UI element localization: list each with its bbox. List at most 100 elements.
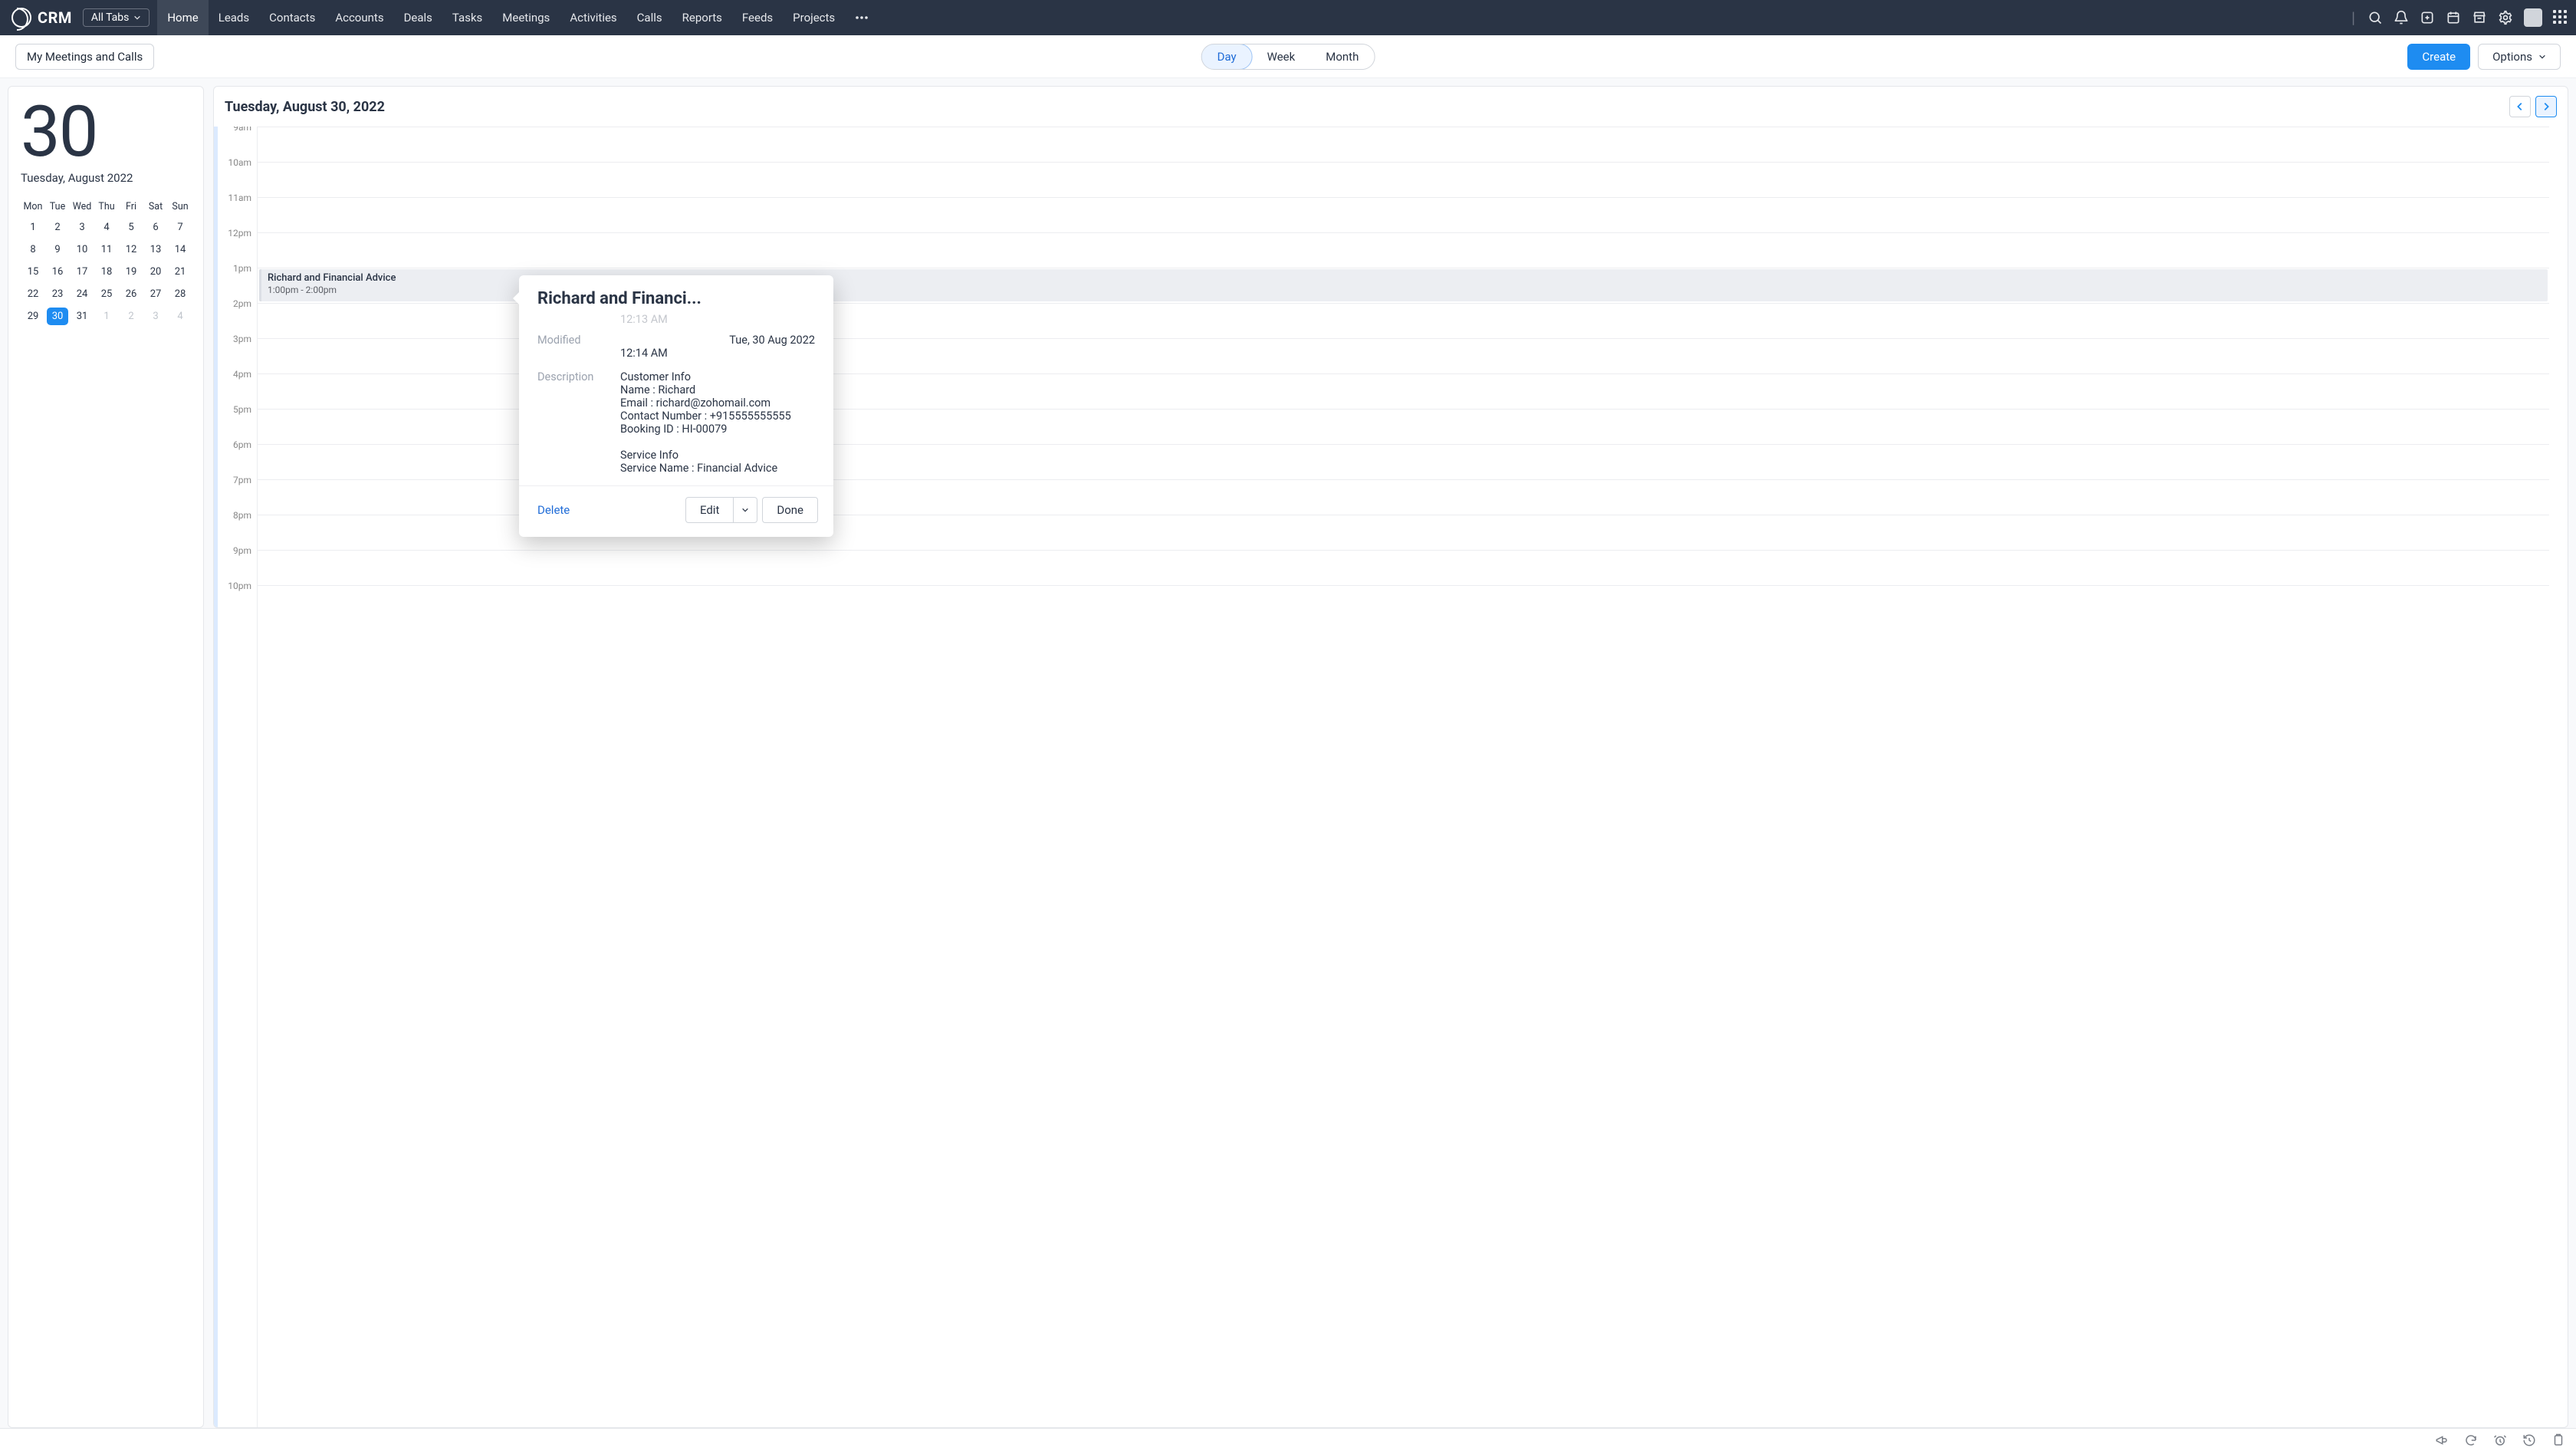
brand-logo[interactable]: CRM (12, 8, 72, 28)
hour-row[interactable]: 9am (258, 127, 2549, 162)
create-button[interactable]: Create (2407, 44, 2470, 70)
nav-accounts[interactable]: Accounts (325, 0, 393, 35)
nav-meetings[interactable]: Meetings (492, 0, 560, 35)
mini-cal-day[interactable]: 1 (21, 216, 45, 239)
clipboard-icon[interactable] (2551, 1433, 2565, 1447)
bell-icon[interactable] (2394, 10, 2409, 25)
next-day-button[interactable] (2535, 96, 2557, 117)
nav-leads[interactable]: Leads (209, 0, 259, 35)
mini-cal-day[interactable]: 1 (94, 305, 119, 327)
mini-cal-day[interactable]: 6 (143, 216, 168, 239)
mini-cal-day[interactable]: 13 (143, 239, 168, 261)
mini-cal-day[interactable]: 10 (70, 239, 94, 261)
app-footer (0, 1428, 2576, 1451)
hour-row[interactable]: 9pm (258, 550, 2549, 585)
hour-label: 3pm (221, 334, 251, 344)
calendar-icon[interactable] (2446, 10, 2461, 25)
mini-cal-day[interactable]: 19 (119, 261, 143, 283)
mini-cal-day[interactable]: 23 (45, 283, 70, 305)
delete-event-link[interactable]: Delete (537, 503, 570, 517)
hour-label: 9pm (221, 545, 251, 556)
apps-grid-icon[interactable] (2553, 10, 2568, 25)
nav-calls[interactable]: Calls (627, 0, 672, 35)
mini-cal-day[interactable]: 18 (94, 261, 119, 283)
mini-cal-day[interactable]: 15 (21, 261, 45, 283)
mini-cal-day[interactable]: 26 (119, 283, 143, 305)
gear-icon[interactable] (2498, 10, 2513, 25)
nav-activities[interactable]: Activities (560, 0, 626, 35)
view-month[interactable]: Month (1310, 44, 1374, 69)
mini-cal-day[interactable]: 2 (45, 216, 70, 239)
mini-cal-day[interactable]: 2 (119, 305, 143, 327)
nav-feeds[interactable]: Feeds (732, 0, 783, 35)
mini-cal-day[interactable]: 21 (168, 261, 192, 283)
quick-add-icon[interactable] (2420, 10, 2435, 25)
calendar-body: 9am10am11am12pm1pm2pm3pm4pm5pm6pm7pm8pm9… (214, 127, 2568, 1427)
mini-cal-day[interactable]: 17 (70, 261, 94, 283)
prev-day-button[interactable] (2509, 96, 2531, 117)
mini-cal-day[interactable]: 4 (168, 305, 192, 327)
hour-label: 6pm (221, 439, 251, 450)
all-tabs-selector[interactable]: All Tabs (83, 8, 150, 27)
mini-cal-day[interactable]: 14 (168, 239, 192, 261)
calendar-scrollbar[interactable] (2557, 127, 2566, 1427)
event-popover-footer-right: Edit Done (685, 497, 818, 523)
mini-cal-day[interactable]: 4 (94, 216, 119, 239)
mini-cal-day[interactable]: 22 (21, 283, 45, 305)
mini-cal-day[interactable]: 20 (143, 261, 168, 283)
mini-cal-day[interactable]: 31 (70, 305, 94, 327)
nav-more-button[interactable] (845, 10, 879, 25)
mini-cal-day[interactable]: 16 (45, 261, 70, 283)
mini-cal-day[interactable]: 5 (119, 216, 143, 239)
event-description-label: Description (537, 370, 620, 475)
mini-cal-week: 2930311234 (21, 305, 192, 327)
mini-cal-day[interactable]: 29 (21, 305, 45, 327)
options-button[interactable]: Options (2478, 44, 2561, 70)
nav-reports[interactable]: Reports (672, 0, 732, 35)
chevron-right-icon (2541, 101, 2551, 112)
mini-cal-day[interactable]: 3 (143, 305, 168, 327)
avatar[interactable] (2524, 8, 2542, 27)
mini-cal-dow: Fri (119, 197, 143, 216)
hour-row[interactable]: 12pm (258, 232, 2549, 268)
nav-contacts[interactable]: Contacts (259, 0, 325, 35)
hour-row[interactable]: 10am (258, 162, 2549, 197)
event-modified-value: Tue, 30 Aug 2022 (620, 334, 815, 347)
mini-cal-day[interactable]: 12 (119, 239, 143, 261)
event-created-time: 12:13 AM (620, 313, 815, 326)
mini-cal-day[interactable]: 3 (70, 216, 94, 239)
hour-row[interactable]: 11am (258, 197, 2549, 232)
view-name-chip[interactable]: My Meetings and Calls (15, 44, 154, 70)
full-date: Tuesday, August 2022 (21, 171, 192, 185)
mini-cal-day[interactable]: 30 (45, 305, 70, 327)
mini-cal-week: 1234567 (21, 216, 192, 239)
mini-cal-day[interactable]: 7 (168, 216, 192, 239)
mini-cal-day[interactable]: 9 (45, 239, 70, 261)
store-icon[interactable] (2472, 10, 2487, 25)
chevron-down-icon (2538, 53, 2546, 61)
mini-cal-day[interactable]: 27 (143, 283, 168, 305)
done-button[interactable]: Done (762, 497, 818, 523)
hour-label: 9am (221, 127, 251, 133)
sync-icon[interactable] (2464, 1433, 2478, 1447)
edit-more-button[interactable] (734, 497, 757, 523)
view-day[interactable]: Day (1201, 44, 1253, 70)
nav-projects[interactable]: Projects (783, 0, 845, 35)
search-icon[interactable] (2367, 10, 2383, 25)
alarm-icon[interactable] (2493, 1433, 2507, 1447)
nav-deals[interactable]: Deals (394, 0, 442, 35)
hour-row[interactable]: 10pm (258, 585, 2549, 620)
edit-button[interactable]: Edit (685, 497, 734, 523)
nav-tasks[interactable]: Tasks (442, 0, 492, 35)
announce-icon[interactable] (2435, 1433, 2449, 1447)
mini-cal-day[interactable]: 8 (21, 239, 45, 261)
mini-cal-day[interactable]: 28 (168, 283, 192, 305)
mini-cal-day[interactable]: 24 (70, 283, 94, 305)
time-gutter (214, 127, 257, 1427)
mini-cal-day[interactable]: 25 (94, 283, 119, 305)
mini-cal-day[interactable]: 11 (94, 239, 119, 261)
history-icon[interactable] (2522, 1433, 2536, 1447)
subbar: My Meetings and Calls DayWeekMonth Creat… (0, 35, 2576, 78)
view-week[interactable]: Week (1252, 44, 1311, 69)
nav-home[interactable]: Home (157, 0, 208, 35)
